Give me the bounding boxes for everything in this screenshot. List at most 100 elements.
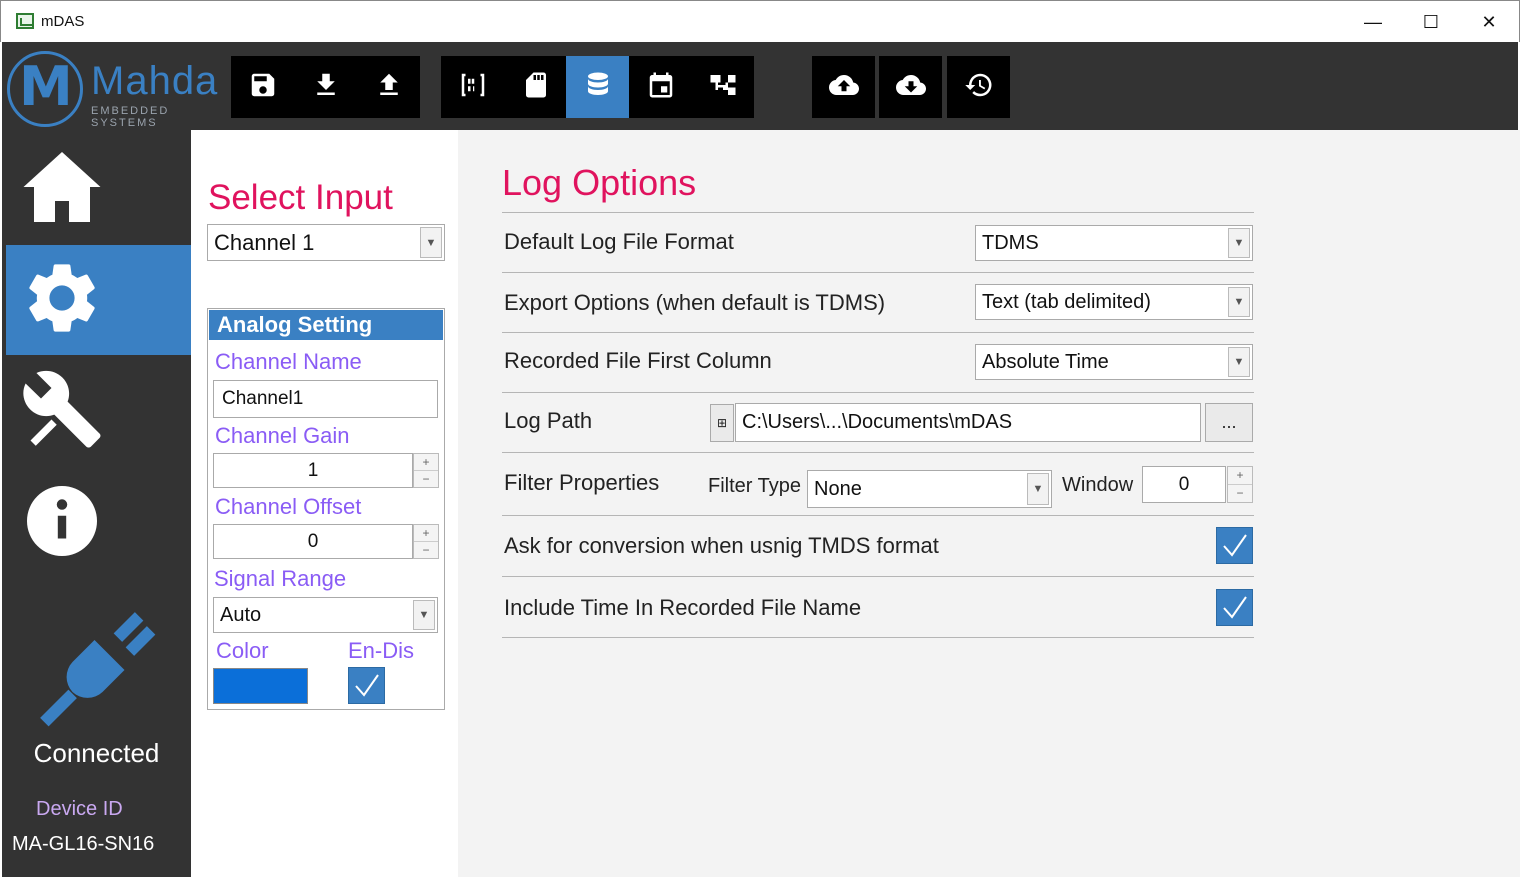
history-button[interactable] <box>947 56 1010 118</box>
divider <box>502 637 1254 638</box>
filter-type-label: Filter Type <box>708 475 801 497</box>
divider <box>502 332 1254 333</box>
log-path-label: Log Path <box>504 408 593 433</box>
default-log-format-select[interactable]: TDMS ▼ <box>975 225 1253 261</box>
download-button[interactable] <box>294 56 357 118</box>
maximize-button[interactable]: ☐ <box>1402 1 1460 43</box>
sidebar-item-info[interactable] <box>6 468 191 578</box>
ask-conversion-label: Ask for conversion when usnig TMDS forma… <box>504 533 939 558</box>
sd-card-button[interactable] <box>504 56 567 118</box>
signal-range-label: Signal Range <box>214 566 347 591</box>
mahda-logo: M Mahda EMBEDDED SYSTEMS <box>5 47 227 129</box>
divider <box>502 515 1254 516</box>
decrement-icon[interactable]: − <box>1228 485 1252 503</box>
main-toolbar: M Mahda EMBEDDED SYSTEMS <box>2 42 1518 130</box>
calendar-button[interactable] <box>629 56 692 118</box>
increment-icon[interactable]: + <box>414 525 438 542</box>
divider <box>502 576 1254 577</box>
cloud-download-icon <box>895 70 926 105</box>
export-options-select[interactable]: Text (tab delimited) ▼ <box>975 284 1253 320</box>
cloud-download-button[interactable] <box>879 56 942 118</box>
checkmark-icon <box>1222 595 1247 619</box>
channel-gain-field[interactable]: 1 <box>213 453 413 488</box>
folder-tree-button[interactable]: ⊞ <box>710 404 734 442</box>
window-title: mDAS <box>41 13 85 30</box>
close-button[interactable]: ✕ <box>1460 1 1518 43</box>
logo-brand: Mahda <box>91 59 219 103</box>
include-time-checkbox[interactable] <box>1216 589 1253 626</box>
divider <box>502 452 1254 453</box>
channel-name-label: Channel Name <box>215 349 362 374</box>
upload-button[interactable] <box>357 56 420 118</box>
minimize-button[interactable]: — <box>1344 1 1402 43</box>
default-log-format-label: Default Log File Format <box>504 229 734 254</box>
browse-button[interactable]: ... <box>1205 403 1253 442</box>
checkmark-icon <box>354 673 379 697</box>
channel-select[interactable]: Channel 1 ▼ <box>207 224 445 261</box>
decrement-icon[interactable]: − <box>414 542 438 559</box>
filter-properties-label: Filter Properties <box>504 470 660 495</box>
color-picker-swatch[interactable] <box>213 668 308 704</box>
analog-setting-group: Analog Setting Channel Name Channel1 Cha… <box>207 308 445 710</box>
hierarchy-icon <box>708 70 738 105</box>
include-time-label: Include Time In Recorded File Name <box>504 595 862 620</box>
channel-select-value: Channel 1 <box>214 229 315 255</box>
logo-tagline: EMBEDDED SYSTEMS <box>91 105 170 129</box>
channel-offset-stepper[interactable]: + − <box>413 524 439 559</box>
cloud-upload-icon <box>828 70 859 105</box>
channel-offset-label: Channel Offset <box>215 494 362 519</box>
save-button[interactable] <box>231 56 294 118</box>
increment-icon[interactable]: + <box>1228 467 1252 485</box>
first-column-select[interactable]: Absolute Time ▼ <box>975 344 1253 380</box>
logo-letter: M <box>19 55 73 118</box>
home-icon <box>20 145 104 234</box>
sidebar-item-settings[interactable] <box>6 245 191 355</box>
channel-gain-label: Channel Gain <box>215 423 350 448</box>
connection-status: Connected <box>33 738 160 768</box>
signal-range-select[interactable]: Auto ▼ <box>213 597 438 633</box>
en-dis-label: En-Dis <box>348 638 415 663</box>
calendar-icon <box>646 70 676 105</box>
save-icon <box>248 70 278 105</box>
window-field[interactable]: 0 <box>1142 466 1226 503</box>
checkmark-icon <box>1222 533 1247 557</box>
ask-conversion-checkbox[interactable] <box>1216 527 1253 564</box>
app-icon <box>16 13 34 29</box>
download-icon <box>311 70 341 105</box>
plug-connected-icon <box>32 610 157 730</box>
device-id-label: Device ID <box>36 798 123 820</box>
chevron-down-icon: ▼ <box>1228 347 1250 377</box>
sd-card-icon <box>521 70 551 105</box>
export-options-label: Export Options (when default is TDMS) <box>504 290 886 315</box>
window-stepper[interactable]: + − <box>1227 466 1253 503</box>
select-input-title: Select Input <box>208 178 393 217</box>
folder-tree-icon: ⊞ <box>716 416 728 430</box>
tools-icon <box>20 367 104 456</box>
chevron-down-icon: ▼ <box>1228 228 1250 258</box>
log-options-panel: Log Options Default Log File Format TDMS… <box>458 130 1520 877</box>
analog-setting-header: Analog Setting <box>209 310 443 340</box>
en-dis-checkbox[interactable] <box>348 667 385 704</box>
filter-type-select[interactable]: None ▼ <box>807 470 1052 508</box>
channel-offset-field[interactable]: 0 <box>213 524 413 559</box>
increment-icon[interactable]: + <box>414 454 438 471</box>
device-id-value: MA-GL16-SN16 <box>12 833 155 855</box>
chevron-down-icon: ▼ <box>413 600 435 630</box>
cloud-upload-button[interactable] <box>812 56 875 118</box>
sidebar-item-tools[interactable] <box>6 356 191 466</box>
binary-button[interactable] <box>441 56 504 118</box>
database-button[interactable] <box>566 56 629 118</box>
log-path-field[interactable]: C:\Users\...\Documents\mDAS <box>735 403 1201 442</box>
window-label: Window <box>1062 474 1134 496</box>
decrement-icon[interactable]: − <box>414 471 438 488</box>
export-options-value: Text (tab delimited) <box>982 290 1151 313</box>
divider <box>502 392 1254 393</box>
chevron-down-icon: ▼ <box>1027 473 1049 505</box>
binary-icon <box>458 70 488 105</box>
signal-range-value: Auto <box>220 603 262 626</box>
channel-name-field[interactable]: Channel1 <box>213 380 438 418</box>
hierarchy-button[interactable] <box>691 56 754 118</box>
sidebar-item-home[interactable] <box>6 134 191 244</box>
history-icon <box>964 70 994 105</box>
channel-gain-stepper[interactable]: + − <box>413 453 439 488</box>
